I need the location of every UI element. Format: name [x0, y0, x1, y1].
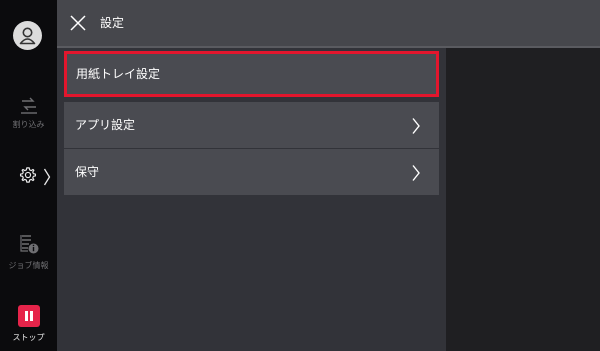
interrupt-icon: [20, 97, 37, 114]
pause-icon: [17, 305, 40, 327]
interrupt-button[interactable]: 割り込み: [0, 95, 57, 130]
stop-button[interactable]: ストップ: [0, 305, 57, 343]
close-icon[interactable]: [69, 14, 87, 32]
menu-item-label: 用紙トレイ設定: [76, 67, 161, 81]
settings-nav-button[interactable]: [0, 160, 57, 194]
chevron-right-icon: [412, 118, 420, 134]
gear-icon: [19, 167, 37, 183]
job-info-icon: [19, 235, 38, 254]
job-info-label: ジョブ情報: [8, 261, 49, 270]
header-bar: 設定: [57, 0, 600, 48]
menu-item-maintenance[interactable]: 保守: [64, 149, 439, 195]
interrupt-label: 割り込み: [12, 120, 45, 129]
right-panel: [446, 48, 600, 351]
user-avatar-icon[interactable]: [13, 21, 42, 50]
menu-item-label: 保守: [75, 165, 100, 179]
stop-label: ストップ: [12, 333, 45, 342]
chevron-right-icon: [43, 168, 51, 186]
menu-item-label: アプリ設定: [75, 118, 136, 132]
menu-item-paper-tray-settings[interactable]: 用紙トレイ設定: [64, 51, 439, 97]
menu-item-app-settings[interactable]: アプリ設定: [64, 102, 439, 148]
chevron-right-icon: [412, 165, 420, 181]
left-sidebar: 割り込み ジョブ情報 ストップ: [0, 0, 57, 351]
page-title: 設定: [100, 16, 125, 30]
job-info-button[interactable]: ジョブ情報: [0, 233, 57, 271]
